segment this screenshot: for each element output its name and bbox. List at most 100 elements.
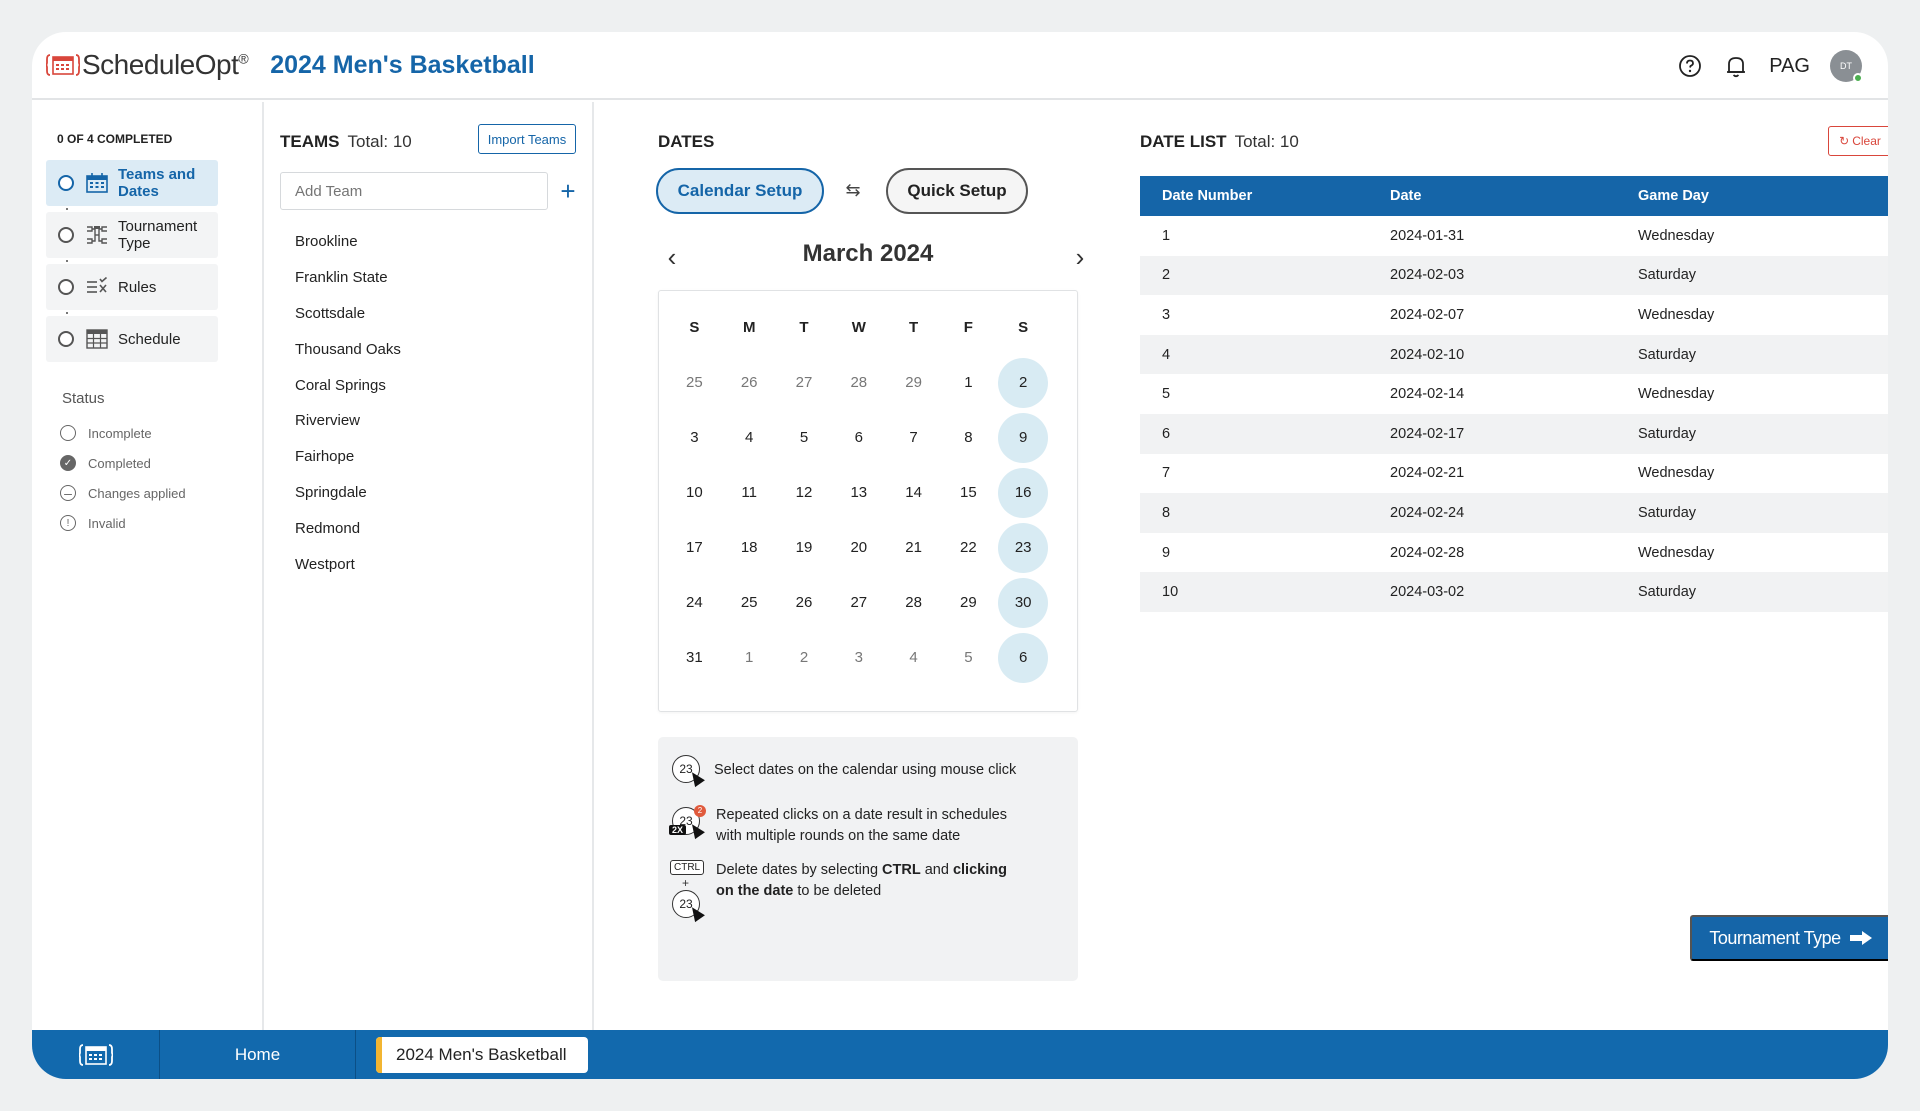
column-header: Game Day [1638, 188, 1709, 204]
step-schedule[interactable]: Schedule [46, 316, 218, 362]
calendar-day[interactable]: 7 [886, 413, 941, 463]
chevron-right-icon[interactable]: › [1068, 242, 1092, 272]
bell-icon[interactable] [1723, 53, 1749, 79]
home-tab[interactable]: Home [160, 1030, 356, 1079]
import-teams-button[interactable]: Import Teams [478, 124, 576, 154]
list-item[interactable]: Scottsdale [295, 296, 401, 332]
calendar-day[interactable]: 5 [777, 413, 832, 463]
step-tournament-type[interactable]: Tournament Type [46, 212, 218, 258]
calendar-day[interactable]: 26 [722, 358, 777, 408]
table-cell: Saturday [1638, 504, 1697, 521]
table-row[interactable]: 6 2024-02-17 Saturday [1140, 413, 1888, 454]
list-item[interactable]: Riverview [295, 403, 401, 439]
calendar-setup-button[interactable]: Calendar Setup [656, 168, 824, 214]
calendar-day[interactable]: 27 [831, 578, 886, 628]
status-completed: ✓ Completed [60, 448, 186, 478]
table-row[interactable]: 5 2024-02-14 Wednesday [1140, 374, 1888, 414]
list-item[interactable]: Coral Springs [295, 367, 401, 403]
table-row[interactable]: 7 2024-02-21 Wednesday [1140, 454, 1888, 494]
table-row[interactable]: 10 2024-03-02 Saturday [1140, 572, 1888, 612]
table-row[interactable]: 2 2024-02-03 Saturday [1140, 255, 1888, 296]
table-row[interactable]: 8 2024-02-24 Saturday [1140, 493, 1888, 533]
step-teams-and-dates[interactable]: Teams and Dates [46, 160, 218, 206]
weekday-label: M [742, 319, 756, 336]
calendar-day[interactable]: 18 [722, 523, 777, 573]
user-org-label[interactable]: PAG [1769, 55, 1810, 78]
status-invalid: ! Invalid [60, 508, 186, 538]
calendar-day[interactable]: 10 [667, 468, 722, 518]
calendar-day[interactable]: 31 [667, 633, 722, 683]
calendar-day[interactable]: 28 [831, 358, 886, 408]
table-cell: 2024-02-21 [1390, 465, 1465, 482]
calendar-day-selected[interactable]: 16 [996, 467, 1051, 518]
list-item[interactable]: Redmond [295, 510, 401, 546]
calendar-day[interactable]: 4 [722, 413, 777, 463]
next-tournament-type-button[interactable]: Tournament Type [1690, 915, 1888, 961]
list-item[interactable]: Franklin State [295, 260, 401, 296]
calendar-day-selected[interactable]: 6 [996, 632, 1051, 683]
project-tab[interactable]: 2024 Men's Basketball [376, 1036, 588, 1073]
calendar-day[interactable]: 1 [941, 358, 996, 408]
date-list-title: DATE LIST [1140, 132, 1227, 151]
calendar-day[interactable]: 6 [831, 413, 886, 463]
add-team-input[interactable] [280, 172, 548, 210]
calendar-day[interactable]: 4 [886, 633, 941, 683]
status-legend: Incomplete ✓ Completed – Changes applied !… [60, 418, 186, 538]
calendar-day-selected[interactable]: 9 [996, 412, 1051, 463]
weekday-label: T [909, 319, 919, 336]
clear-button[interactable]: ↻ Clear [1828, 126, 1888, 156]
table-cell: 2024-02-14 [1390, 386, 1465, 403]
quick-setup-button[interactable]: Quick Setup [886, 168, 1028, 214]
calendar-day[interactable]: 29 [941, 578, 996, 628]
calendar-day[interactable]: 17 [667, 523, 722, 573]
calendar-day[interactable]: 8 [941, 413, 996, 463]
list-item[interactable]: Westport [295, 546, 401, 582]
list-item[interactable]: Thousand Oaks [295, 331, 401, 367]
calendar-day[interactable]: 29 [886, 358, 941, 408]
calendar-day[interactable]: 3 [667, 413, 722, 463]
calendar-day-selected[interactable]: 23 [996, 522, 1051, 573]
table-row[interactable]: 1 2024-01-31 Wednesday [1140, 216, 1888, 256]
list-item[interactable]: Springdale [295, 475, 401, 511]
calendar-day[interactable]: 15 [941, 468, 996, 518]
calendar-day[interactable]: 22 [941, 523, 996, 573]
calendar-day[interactable]: 11 [722, 468, 777, 518]
calendar-week: 10 11 12 13 14 15 16 [667, 465, 1067, 520]
table-row[interactable]: 9 2024-02-28 Wednesday [1140, 533, 1888, 573]
calendar-day[interactable]: 28 [886, 578, 941, 628]
dates-panel: DATES Calendar Setup ⇆ Quick Setup ‹ Mar… [596, 102, 1096, 1030]
calendar-day[interactable]: 27 [777, 358, 832, 408]
step-rules[interactable]: Rules [46, 264, 218, 310]
calendar-day-selected[interactable]: 2 [996, 357, 1051, 408]
table-row[interactable]: 4 2024-02-10 Saturday [1140, 334, 1888, 375]
table-cell: Wednesday [1638, 306, 1715, 323]
calendar-day[interactable]: 21 [886, 523, 941, 573]
logo[interactable]: ScheduleOpt® [46, 49, 249, 81]
minus-circle-icon: – [60, 485, 76, 501]
calendar-day[interactable]: 24 [667, 578, 722, 628]
calendar-day[interactable]: 1 [722, 633, 777, 683]
calendar-day[interactable]: 13 [831, 468, 886, 518]
help-icon[interactable] [1677, 53, 1703, 79]
calendar-day[interactable]: 12 [777, 468, 832, 518]
calendar-day[interactable]: 20 [831, 523, 886, 573]
calendar-day-selected[interactable]: 30 [996, 577, 1051, 628]
calendar-day[interactable]: 5 [941, 633, 996, 683]
app-window: ScheduleOpt® 2024 Men's Basketball PAG D… [32, 32, 1888, 1079]
table-cell: 5 [1162, 386, 1171, 403]
calendar-day[interactable]: 2 [777, 633, 832, 683]
table-cell: 2 [1162, 267, 1171, 284]
calendar-day[interactable]: 25 [667, 358, 722, 408]
add-team-plus-icon[interactable]: + [556, 176, 580, 206]
list-item[interactable]: Fairhope [295, 439, 401, 475]
calendar-day[interactable]: 14 [886, 468, 941, 518]
swap-arrows-icon[interactable]: ⇆ [840, 180, 866, 202]
calendar-day[interactable]: 26 [777, 578, 832, 628]
avatar[interactable]: DT [1830, 50, 1863, 83]
calendar-day[interactable]: 3 [831, 633, 886, 683]
table-row[interactable]: 3 2024-02-07 Wednesday [1140, 295, 1888, 335]
calendar-day[interactable]: 25 [722, 578, 777, 628]
list-item[interactable]: Brookline [295, 224, 401, 260]
calendar-day[interactable]: 19 [777, 523, 832, 573]
app-home-icon[interactable] [32, 1030, 160, 1079]
